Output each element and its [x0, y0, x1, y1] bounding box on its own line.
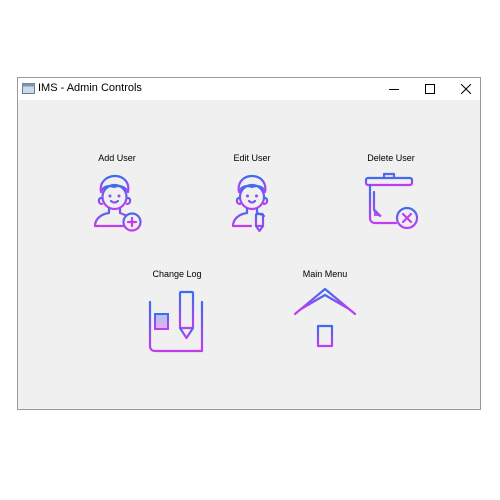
- main-menu-label: Main Menu: [302, 269, 348, 279]
- add-user-tile[interactable]: Add User: [62, 152, 172, 232]
- window-title: IMS - Admin Controls: [38, 82, 142, 94]
- change-log-label: Change Log: [152, 269, 202, 279]
- close-button[interactable]: [448, 78, 484, 100]
- close-icon: [461, 84, 471, 94]
- minimize-button[interactable]: [376, 78, 412, 100]
- edit-user-tile[interactable]: Edit User: [197, 152, 307, 232]
- delete-user-icon: [364, 172, 419, 230]
- edit-user-icon: [231, 174, 269, 232]
- change-log-icon: [148, 290, 204, 353]
- add-user-icon: [93, 174, 142, 232]
- home-icon: [293, 287, 357, 353]
- minimize-icon: [389, 89, 399, 90]
- delete-user-label: Delete User: [367, 153, 415, 163]
- title-bar[interactable]: IMS - Admin Controls: [18, 78, 480, 100]
- add-user-label: Add User: [98, 153, 136, 163]
- admin-controls-window: IMS - Admin Controls Add User Edit User …: [17, 77, 481, 410]
- maximize-button[interactable]: [412, 78, 448, 100]
- maximize-icon: [425, 84, 435, 94]
- edit-user-label: Edit User: [233, 153, 271, 163]
- change-log-tile[interactable]: Change Log: [122, 268, 232, 354]
- window-app-icon: [22, 83, 35, 94]
- delete-user-tile[interactable]: Delete User: [336, 152, 446, 232]
- main-menu-tile[interactable]: Main Menu: [270, 268, 380, 354]
